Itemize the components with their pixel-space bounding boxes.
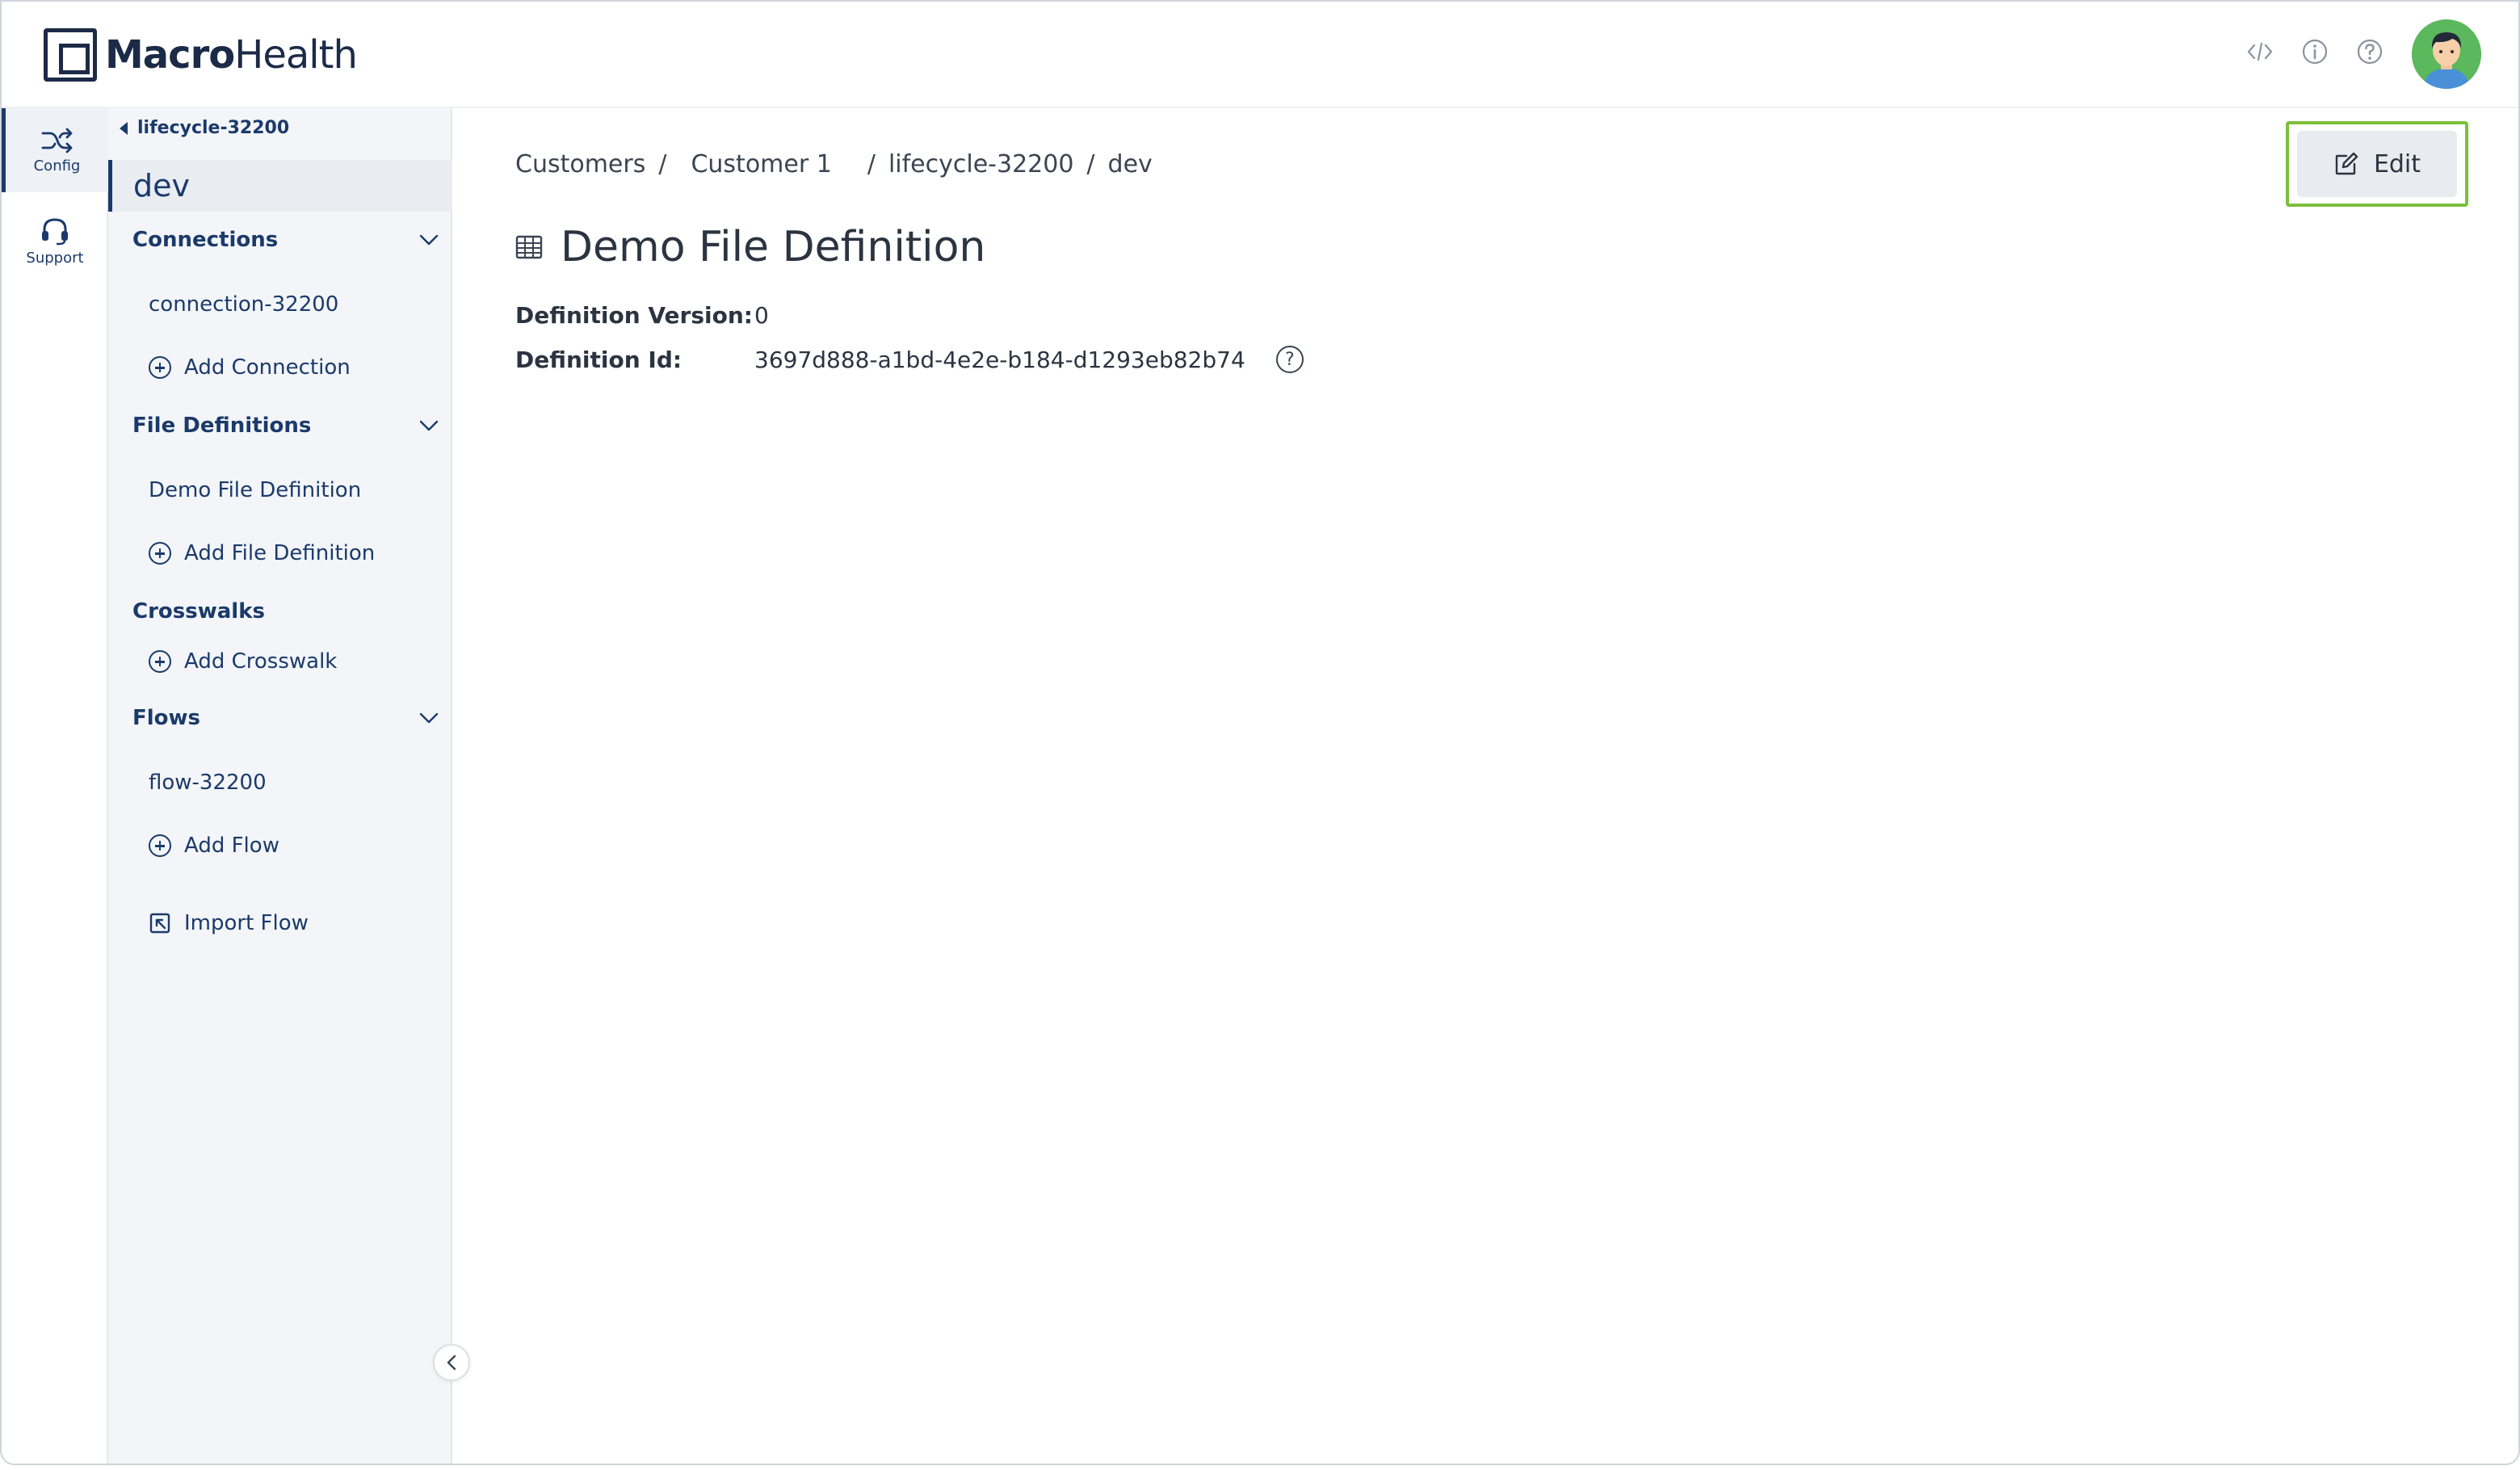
- import-icon: [149, 913, 170, 934]
- table-icon: [515, 235, 543, 259]
- section-flows[interactable]: Flows: [132, 706, 439, 730]
- chevron-down-icon[interactable]: [418, 415, 439, 436]
- back-link-label: lifecycle-32200: [137, 118, 290, 138]
- sidebar-item-flow[interactable]: flow-32200: [149, 771, 267, 795]
- environment-title[interactable]: dev: [108, 160, 452, 212]
- import-flow-label: Import Flow: [184, 911, 309, 935]
- add-crosswalk-button[interactable]: Add Crosswalk: [149, 649, 337, 674]
- logo-text: MacroHealth: [105, 32, 358, 78]
- breadcrumb-separator: /: [658, 150, 667, 178]
- breadcrumb-lifecycle[interactable]: lifecycle-32200: [888, 150, 1073, 178]
- rail-item-config[interactable]: Config: [2, 108, 108, 192]
- plus-circle-icon: [149, 650, 171, 673]
- section-crosswalks[interactable]: Crosswalks: [132, 599, 439, 624]
- plus-circle-icon: [149, 542, 171, 565]
- chevron-down-icon[interactable]: [418, 708, 439, 729]
- definition-id-value[interactable]: 3697d888-a1bd-4e2e-b184-d1293eb82b74: [754, 346, 1245, 373]
- section-connections-heading: Connections: [132, 228, 279, 252]
- section-file-definitions[interactable]: File Definitions: [132, 414, 439, 438]
- app-window: MacroHealth Config Support lifecycle-322…: [0, 0, 2520, 1465]
- section-connections[interactable]: Connections: [132, 228, 439, 252]
- add-flow-button[interactable]: Add Flow: [149, 834, 279, 858]
- sidebar-item-connection[interactable]: connection-32200: [149, 292, 338, 317]
- definition-id-label: Definition Id:: [515, 346, 682, 373]
- add-connection-button[interactable]: Add Connection: [149, 355, 351, 380]
- breadcrumb-customer[interactable]: Customer 1: [691, 150, 831, 178]
- add-connection-label: Add Connection: [184, 355, 351, 380]
- import-flow-button[interactable]: Import Flow: [149, 911, 309, 935]
- app-frame: MacroHealth Config Support lifecycle-322…: [0, 0, 2520, 1470]
- add-file-definition-label: Add File Definition: [184, 541, 376, 565]
- shuffle-icon: [41, 128, 72, 153]
- edit-button-highlight: Edit: [2286, 121, 2468, 207]
- edit-button[interactable]: Edit: [2297, 131, 2457, 197]
- top-header: MacroHealth: [2, 2, 2518, 108]
- question-circle-icon[interactable]: ?: [1275, 346, 1304, 373]
- user-avatar[interactable]: [2412, 19, 2481, 89]
- page-title-text: Demo File Definition: [561, 223, 986, 271]
- page-title: Demo File Definition: [515, 223, 985, 271]
- plus-circle-icon: [149, 356, 171, 379]
- chevron-down-icon[interactable]: [418, 229, 439, 250]
- breadcrumb-separator: /: [1086, 150, 1095, 178]
- definition-version-value: 0: [754, 302, 769, 329]
- headset-icon: [42, 217, 68, 245]
- help-icon[interactable]: [2354, 36, 2386, 68]
- definition-version-label: Definition Version:: [515, 302, 753, 329]
- sidebar-item-file-definition[interactable]: Demo File Definition: [149, 478, 361, 502]
- rail-label-support: Support: [26, 249, 84, 267]
- code-icon[interactable]: [2244, 36, 2276, 68]
- main-content: Customers / Customer 1 / lifecycle-32200…: [454, 108, 2518, 1464]
- section-flows-heading: Flows: [132, 706, 201, 730]
- add-file-definition-button[interactable]: Add File Definition: [149, 541, 375, 565]
- add-flow-label: Add Flow: [184, 834, 279, 858]
- add-crosswalk-label: Add Crosswalk: [184, 649, 338, 674]
- rail-label-config: Config: [33, 157, 81, 174]
- breadcrumb-environment[interactable]: dev: [1108, 150, 1153, 178]
- definition-version-row: Definition Version: 0: [515, 302, 769, 329]
- plus-circle-icon: [149, 834, 171, 857]
- macrohealth-logo[interactable]: MacroHealth: [44, 27, 358, 82]
- info-icon[interactable]: [2299, 36, 2331, 68]
- edit-button-label: Edit: [2373, 149, 2421, 178]
- rail-item-support[interactable]: Support: [2, 199, 108, 283]
- edit-icon: [2335, 152, 2358, 175]
- back-to-lifecycle-link[interactable]: lifecycle-32200: [120, 118, 289, 138]
- logo-mark: [44, 28, 97, 82]
- section-file-definitions-heading: File Definitions: [132, 414, 312, 438]
- config-sidebar: lifecycle-32200 dev Connections connecti…: [108, 108, 452, 1464]
- nav-rail: Config Support: [2, 108, 108, 1464]
- section-crosswalks-heading: Crosswalks: [132, 599, 265, 624]
- breadcrumb-customers[interactable]: Customers: [515, 150, 645, 178]
- breadcrumb-separator: /: [867, 150, 876, 178]
- caret-left-icon: [120, 121, 128, 135]
- definition-id-row: Definition Id: 3697d888-a1bd-4e2e-b184-d…: [515, 346, 1304, 373]
- breadcrumb: Customers / Customer 1 / lifecycle-32200…: [515, 150, 1153, 178]
